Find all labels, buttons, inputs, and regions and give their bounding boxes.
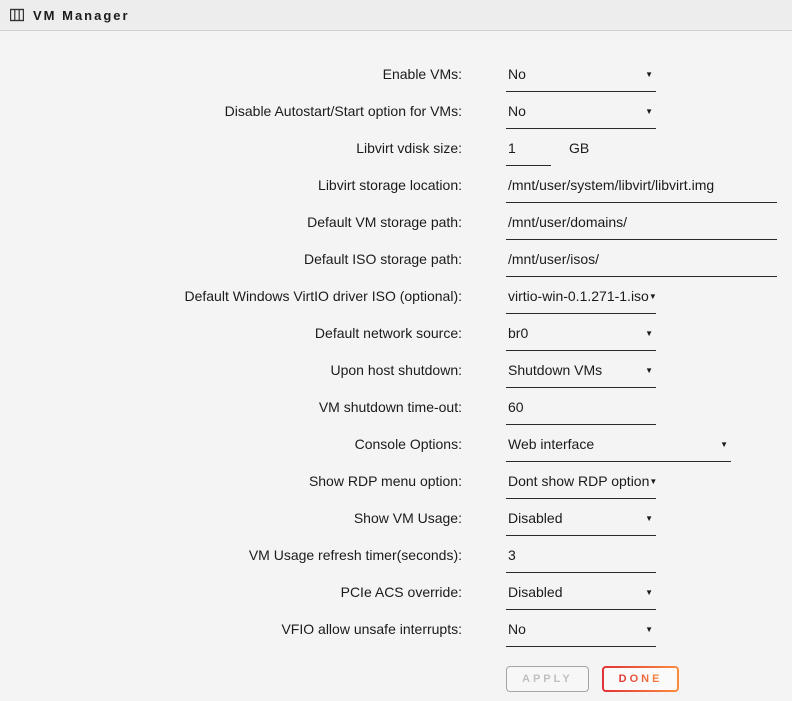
field-label: Default VM storage path: (0, 214, 462, 231)
select-value: Dont show RDP option (508, 473, 649, 490)
form-row: Console Options: Web interface ▼ (0, 436, 792, 462)
form-row: VM Usage refresh timer(seconds): (0, 547, 792, 573)
field-label: VM shutdown time-out: (0, 399, 462, 416)
field-control (506, 251, 777, 277)
vm-shutdown-timeout-input[interactable] (506, 399, 656, 425)
chevron-down-icon: ▼ (649, 288, 657, 302)
virtio-driver-iso-select[interactable]: virtio-win-0.1.271-1.iso▼ (506, 288, 656, 314)
settings-form-rows: Enable VMs: No ▼ Disable Autostart/Start … (0, 66, 792, 647)
form-row: Default VM storage path: (0, 214, 792, 240)
disable-autostart-select[interactable]: No ▼ (506, 103, 656, 129)
field-control (506, 399, 656, 425)
field-control: virtio-win-0.1.271-1.iso▼ (506, 288, 656, 314)
field-label: Console Options: (0, 436, 462, 453)
field-label: Upon host shutdown: (0, 362, 462, 379)
pcie-acs-override-select[interactable]: Disabled ▼ (506, 584, 656, 610)
form-row: Default Windows VirtIO driver ISO (optio… (0, 288, 792, 314)
form-row: VFIO allow unsafe interrupts: No ▼ (0, 621, 792, 647)
field-control: Disabled ▼ (506, 584, 656, 610)
chevron-down-icon: ▼ (720, 436, 728, 450)
form-row: Show RDP menu option: Dont show RDP opti… (0, 473, 792, 499)
field-control (506, 547, 656, 573)
field-label: Default ISO storage path: (0, 251, 462, 268)
vfio-unsafe-interrupts-select[interactable]: No ▼ (506, 621, 656, 647)
field-control (506, 214, 777, 240)
select-value: No (508, 66, 526, 83)
chevron-down-icon: ▼ (645, 362, 653, 376)
select-value: Disabled (508, 510, 562, 527)
chevron-down-icon: ▼ (645, 66, 653, 80)
default-vm-storage-path-input[interactable] (506, 214, 777, 240)
page-header: VM Manager (0, 0, 792, 31)
show-rdp-menu-select[interactable]: Dont show RDP option▼ (506, 473, 656, 499)
enable-vms-select[interactable]: No ▼ (506, 66, 656, 92)
chevron-down-icon: ▼ (649, 473, 657, 487)
field-control: No ▼ (506, 66, 656, 92)
form-row: Show VM Usage: Disabled ▼ (0, 510, 792, 536)
form-row: VM shutdown time-out: (0, 399, 792, 425)
field-label: Show RDP menu option: (0, 473, 462, 490)
done-button-label: DONE (619, 673, 663, 685)
page-title: VM Manager (33, 8, 130, 23)
field-control: br0 ▼ (506, 325, 656, 351)
form-row: Default ISO storage path: (0, 251, 792, 277)
field-control: No ▼ (506, 103, 656, 129)
form-row: PCIe ACS override: Disabled ▼ (0, 584, 792, 610)
chevron-down-icon: ▼ (645, 103, 653, 117)
upon-host-shutdown-select[interactable]: Shutdown VMs ▼ (506, 362, 656, 388)
form-row: Enable VMs: No ▼ (0, 66, 792, 92)
columns-icon (10, 8, 24, 22)
field-label: Enable VMs: (0, 66, 462, 83)
field-label: VFIO allow unsafe interrupts: (0, 621, 462, 638)
console-options-select[interactable]: Web interface ▼ (506, 436, 731, 462)
select-value: No (508, 621, 526, 638)
form-row: Disable Autostart/Start option for VMs: … (0, 103, 792, 129)
chevron-down-icon: ▼ (645, 325, 653, 339)
chevron-down-icon: ▼ (645, 584, 653, 598)
form-row: Libvirt storage location: (0, 177, 792, 203)
select-value: virtio-win-0.1.271-1.iso (508, 288, 649, 305)
form-row: Upon host shutdown: Shutdown VMs ▼ (0, 362, 792, 388)
apply-button[interactable]: APPLY (506, 666, 589, 692)
default-network-source-select[interactable]: br0 ▼ (506, 325, 656, 351)
form-row: Default network source: br0 ▼ (0, 325, 792, 351)
done-button[interactable]: DONE (602, 666, 680, 692)
field-label: PCIe ACS override: (0, 584, 462, 601)
chevron-down-icon: ▼ (645, 510, 653, 524)
field-control: Web interface ▼ (506, 436, 731, 462)
field-label: Disable Autostart/Start option for VMs: (0, 103, 462, 120)
chevron-down-icon: ▼ (645, 621, 653, 635)
unit-label: GB (569, 140, 589, 157)
field-label: VM Usage refresh timer(seconds): (0, 547, 462, 564)
libvirt-storage-location-input[interactable] (506, 177, 777, 203)
field-control (506, 177, 777, 203)
field-control: Shutdown VMs ▼ (506, 362, 656, 388)
field-control: No ▼ (506, 621, 656, 647)
form-row: Libvirt vdisk size: GB (0, 140, 792, 166)
field-control: Dont show RDP option▼ (506, 473, 656, 499)
field-control: Disabled ▼ (506, 510, 656, 536)
libvirt-vdisk-size-input[interactable] (506, 140, 551, 166)
field-label: Libvirt vdisk size: (0, 140, 462, 157)
settings-form: Enable VMs: No ▼ Disable Autostart/Start … (0, 31, 792, 692)
form-buttons: APPLY DONE (506, 666, 792, 692)
select-value: Shutdown VMs (508, 362, 602, 379)
select-value: br0 (508, 325, 528, 342)
field-label: Default Windows VirtIO driver ISO (optio… (0, 288, 462, 305)
default-iso-storage-path-input[interactable] (506, 251, 777, 277)
field-label: Default network source: (0, 325, 462, 342)
show-vm-usage-select[interactable]: Disabled ▼ (506, 510, 656, 536)
field-label: Libvirt storage location: (0, 177, 462, 194)
select-value: No (508, 103, 526, 120)
select-value: Web interface (508, 436, 594, 453)
select-value: Disabled (508, 584, 562, 601)
vm-usage-refresh-timer-input[interactable] (506, 547, 656, 573)
field-control: GB (506, 140, 589, 166)
field-label: Show VM Usage: (0, 510, 462, 527)
